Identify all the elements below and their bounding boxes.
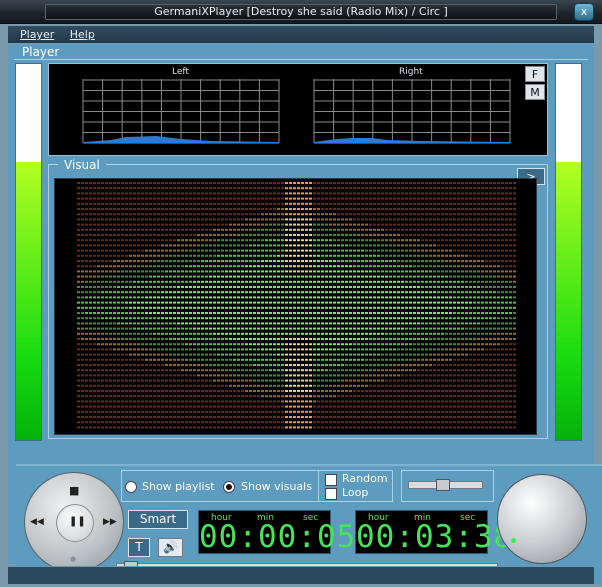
- stop-button[interactable]: ■: [69, 484, 79, 497]
- options-divider: [318, 471, 319, 501]
- main-window: Player Help Player Left Right F M Visual…: [0, 24, 602, 587]
- pause-button[interactable]: ❚❚: [56, 504, 94, 542]
- view-options: Show playlist Show visuals Random Loop: [121, 470, 393, 502]
- title-bar: GermaniXPlayer [Destroy she said (Radio …: [0, 0, 602, 24]
- show-visuals-radio[interactable]: [223, 481, 235, 493]
- volume-slider-thumb[interactable]: [436, 479, 450, 491]
- elapsed-time-display: hour min sec 00:00:05: [198, 510, 357, 555]
- total-time-value: 00:03:38: [356, 519, 514, 555]
- show-visuals-label: Show visuals: [241, 480, 312, 493]
- left-channel-label: Left: [172, 67, 189, 77]
- smart-button[interactable]: Smart: [128, 510, 188, 529]
- window-title: GermaniXPlayer [Destroy she said (Radio …: [45, 4, 557, 20]
- menu-help[interactable]: Help: [70, 26, 95, 43]
- menu-bar: Player Help: [8, 26, 594, 43]
- f-button[interactable]: F: [525, 66, 545, 82]
- knob-indicator-led: [511, 538, 516, 543]
- spectrum-analyzer: Left Right F M: [48, 63, 548, 156]
- visualizer-display: [54, 178, 537, 435]
- right-channel-grid: [313, 79, 511, 144]
- menu-player[interactable]: Player: [20, 26, 54, 43]
- random-checkbox[interactable]: [325, 474, 337, 486]
- vu-meter-right: [555, 63, 582, 441]
- volume-slider[interactable]: [408, 479, 483, 491]
- show-playlist-radio[interactable]: [125, 481, 137, 493]
- vu-meter-left-fill: [16, 161, 41, 440]
- transport-wheel: ■ ◀◀ ▶▶ ❚❚ ●: [24, 472, 124, 572]
- m-button[interactable]: M: [525, 84, 545, 100]
- left-channel-grid: [82, 79, 280, 144]
- volume-knob[interactable]: [497, 474, 587, 564]
- next-button[interactable]: ▶▶: [103, 517, 117, 527]
- total-time-display: hour min sec 00:03:38: [355, 510, 514, 555]
- visual-tab: Visual: [58, 158, 106, 172]
- loop-label: Loop: [342, 486, 369, 499]
- speaker-icon[interactable]: 🔊: [158, 538, 183, 557]
- eject-icon: ●: [70, 555, 77, 563]
- tab-divider: [70, 59, 588, 60]
- vu-meter-right-fill: [556, 161, 581, 440]
- vu-meter-left: [15, 63, 42, 441]
- volume-group: [401, 470, 494, 502]
- player-tab[interactable]: Player: [14, 45, 70, 60]
- t-button[interactable]: T: [128, 538, 150, 557]
- right-channel-label: Right: [399, 67, 423, 77]
- player-panel: Player Left Right F M Visual > ■ ◀◀ ▶▶ ❚…: [8, 44, 602, 584]
- random-label: Random: [342, 472, 388, 485]
- previous-button[interactable]: ◀◀: [30, 517, 44, 527]
- visualizer-pattern: [77, 182, 516, 429]
- close-button[interactable]: x: [574, 3, 594, 21]
- show-playlist-label: Show playlist: [142, 480, 215, 493]
- elapsed-time-value: 00:00:05: [199, 519, 357, 555]
- loop-checkbox[interactable]: [325, 488, 337, 500]
- pause-icon: ❚❚: [69, 516, 86, 527]
- status-bar: [8, 566, 594, 584]
